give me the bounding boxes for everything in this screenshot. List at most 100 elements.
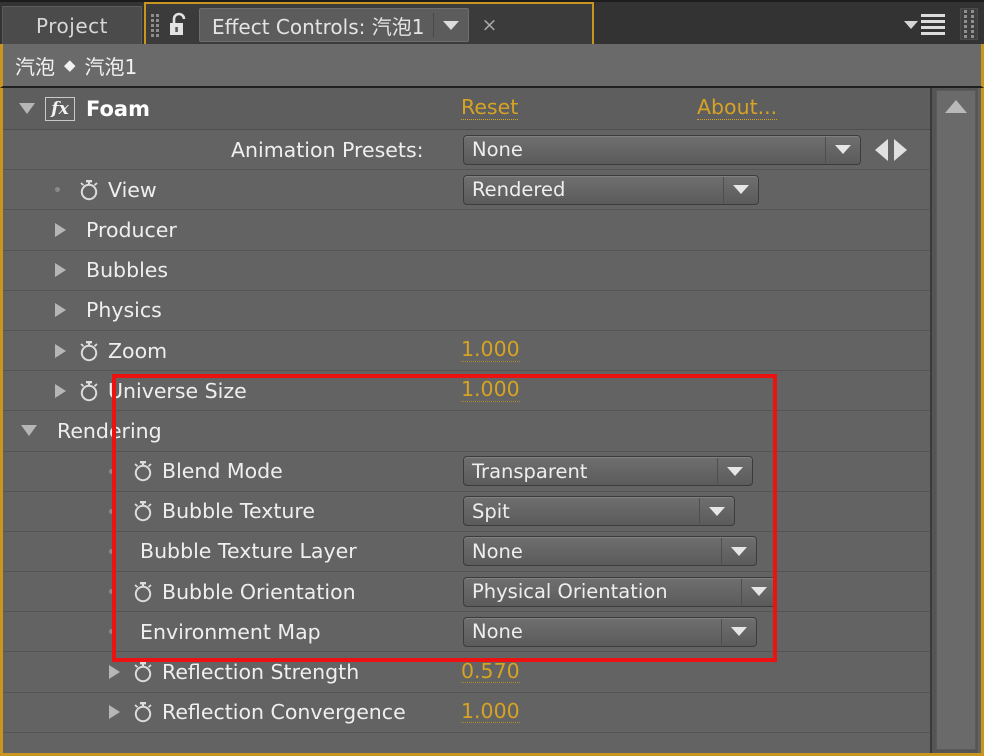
property-row: Rendering	[3, 411, 933, 452]
stopwatch-icon[interactable]	[78, 380, 100, 402]
property-label-group: Bubbles	[3, 251, 168, 290]
property-value[interactable]: 0.570	[461, 660, 520, 684]
property-label-group: Producer	[3, 210, 177, 249]
property-name: Bubble Orientation	[162, 579, 356, 604]
stopwatch-icon[interactable]	[132, 701, 154, 723]
property-row: Bubble Texture Layer None	[3, 531, 933, 573]
property-row: Bubbles	[3, 250, 933, 291]
tab-effect-controls[interactable]: Effect Controls: 汽泡1 ×	[144, 2, 594, 46]
stopwatch-icon[interactable]	[132, 581, 154, 603]
scrollbar-thumb[interactable]	[936, 90, 976, 750]
twirl-closed-icon[interactable]	[55, 303, 66, 318]
property-label-group: Environment Map	[3, 612, 321, 651]
animation-presets-value: None	[472, 138, 523, 162]
chevron-down-icon[interactable]	[724, 176, 758, 204]
property-dropdown[interactable]: Rendered	[463, 174, 759, 205]
chevron-down-icon[interactable]	[742, 578, 776, 606]
twirl-closed-icon[interactable]	[109, 705, 120, 720]
animation-presets-nav	[875, 138, 907, 161]
property-label-group: Rendering	[3, 411, 162, 450]
stopwatch-icon[interactable]	[78, 340, 100, 362]
property-row: Environment Map None	[3, 612, 933, 653]
stopwatch-icon[interactable]	[132, 460, 154, 482]
reset-button[interactable]: Reset	[461, 97, 519, 120]
panel-tab-bar: Project Effect Controls: 汽泡1 ×	[0, 0, 984, 46]
animation-presets-row: Animation Presets: None	[3, 130, 933, 171]
indent-marker-icon	[109, 548, 114, 554]
property-name: Blend Mode	[162, 459, 283, 484]
property-dropdown[interactable]: None	[463, 536, 757, 567]
chevron-down-icon[interactable]	[718, 457, 752, 485]
effect-header-row: fx Foam Reset About...	[3, 88, 933, 130]
property-dropdown[interactable]: Transparent	[463, 456, 753, 487]
twirl-closed-icon[interactable]	[55, 222, 66, 237]
panel-menu-icon[interactable]	[896, 6, 952, 42]
property-row: Physics	[3, 290, 933, 331]
stopwatch-icon[interactable]	[78, 179, 100, 201]
grip-dots-icon[interactable]	[151, 13, 160, 37]
property-row: Zoom 1.000	[3, 330, 933, 372]
property-value[interactable]: 1.000	[461, 339, 520, 362]
twirl-open-icon[interactable]	[19, 103, 35, 114]
arrow-left-icon[interactable]	[875, 138, 888, 161]
property-label-group: Reflection Strength	[3, 652, 359, 691]
close-icon[interactable]: ×	[481, 15, 497, 35]
property-row: Reflection Strength 0.570	[3, 652, 933, 693]
property-name: Zoom	[108, 338, 168, 363]
twirl-closed-icon[interactable]	[55, 263, 66, 278]
breadcrumb-comp[interactable]: 汽泡	[15, 51, 55, 80]
indent-marker-icon	[109, 589, 114, 595]
property-name: Rendering	[57, 418, 162, 443]
dropdown-value: Physical Orientation	[472, 580, 668, 604]
effect-name: Foam	[86, 96, 150, 121]
dropdown-value: Spit	[472, 499, 510, 523]
padlock-unlocked-icon[interactable]	[167, 12, 191, 38]
chevron-down-icon[interactable]	[700, 497, 734, 525]
triangle-up-icon[interactable]	[945, 100, 967, 113]
indent-marker-icon	[109, 629, 114, 635]
dropdown-value: Transparent	[472, 459, 588, 483]
breadcrumb-separator-icon: ◆	[64, 56, 76, 74]
chevron-down-icon[interactable]	[722, 537, 756, 565]
vertical-scrollbar[interactable]	[930, 88, 978, 753]
property-dropdown[interactable]: None	[463, 616, 757, 647]
chevron-down-icon[interactable]	[722, 618, 756, 646]
twirl-open-icon[interactable]	[21, 425, 37, 437]
property-dropdown[interactable]: Spit	[463, 496, 735, 527]
indent-marker-icon	[55, 187, 60, 193]
property-label-group: View	[3, 170, 157, 209]
twirl-closed-icon[interactable]	[55, 343, 66, 358]
chevron-down-icon[interactable]	[434, 9, 468, 41]
tab-project-label: Project	[36, 13, 108, 38]
twirl-closed-icon[interactable]	[109, 665, 120, 680]
effect-properties-body: fx Foam Reset About... Animation Presets…	[0, 88, 984, 756]
property-name: Reflection Strength	[162, 660, 360, 685]
property-name: Bubble Texture Layer	[140, 539, 357, 564]
property-name: Reflection Convergence	[162, 700, 406, 725]
animation-presets-dropdown[interactable]: None	[463, 134, 861, 165]
arrow-right-icon[interactable]	[894, 138, 907, 161]
panel-drag-handle-icon[interactable]	[960, 8, 978, 40]
property-row: Universe Size 1.000	[3, 371, 933, 412]
breadcrumb-layer[interactable]: 汽泡1	[85, 51, 138, 80]
twirl-closed-icon[interactable]	[55, 383, 66, 398]
property-row: Reflection Convergence 1.000	[3, 692, 933, 733]
stopwatch-icon[interactable]	[132, 661, 154, 683]
about-button[interactable]: About...	[697, 97, 778, 120]
property-name: Universe Size	[108, 378, 247, 403]
property-dropdown[interactable]: Physical Orientation	[463, 576, 777, 607]
stopwatch-icon[interactable]	[132, 500, 154, 522]
property-value[interactable]: 1.000	[461, 700, 520, 724]
breadcrumb: 汽泡 ◆ 汽泡1	[0, 44, 984, 88]
property-name: Bubble Texture	[162, 499, 315, 524]
tab-title-box[interactable]: Effect Controls: 汽泡1	[199, 8, 470, 42]
property-label-group: Bubble Texture Layer	[3, 532, 357, 571]
property-row: View Rendered	[3, 170, 933, 211]
chevron-down-icon[interactable]	[826, 136, 860, 164]
indent-marker-icon	[109, 508, 114, 514]
property-label-group: Zoom	[3, 331, 167, 370]
indent-marker-icon	[109, 468, 114, 474]
tab-project[interactable]: Project	[2, 6, 142, 44]
property-value[interactable]: 1.000	[461, 379, 520, 402]
property-name: View	[108, 177, 157, 202]
